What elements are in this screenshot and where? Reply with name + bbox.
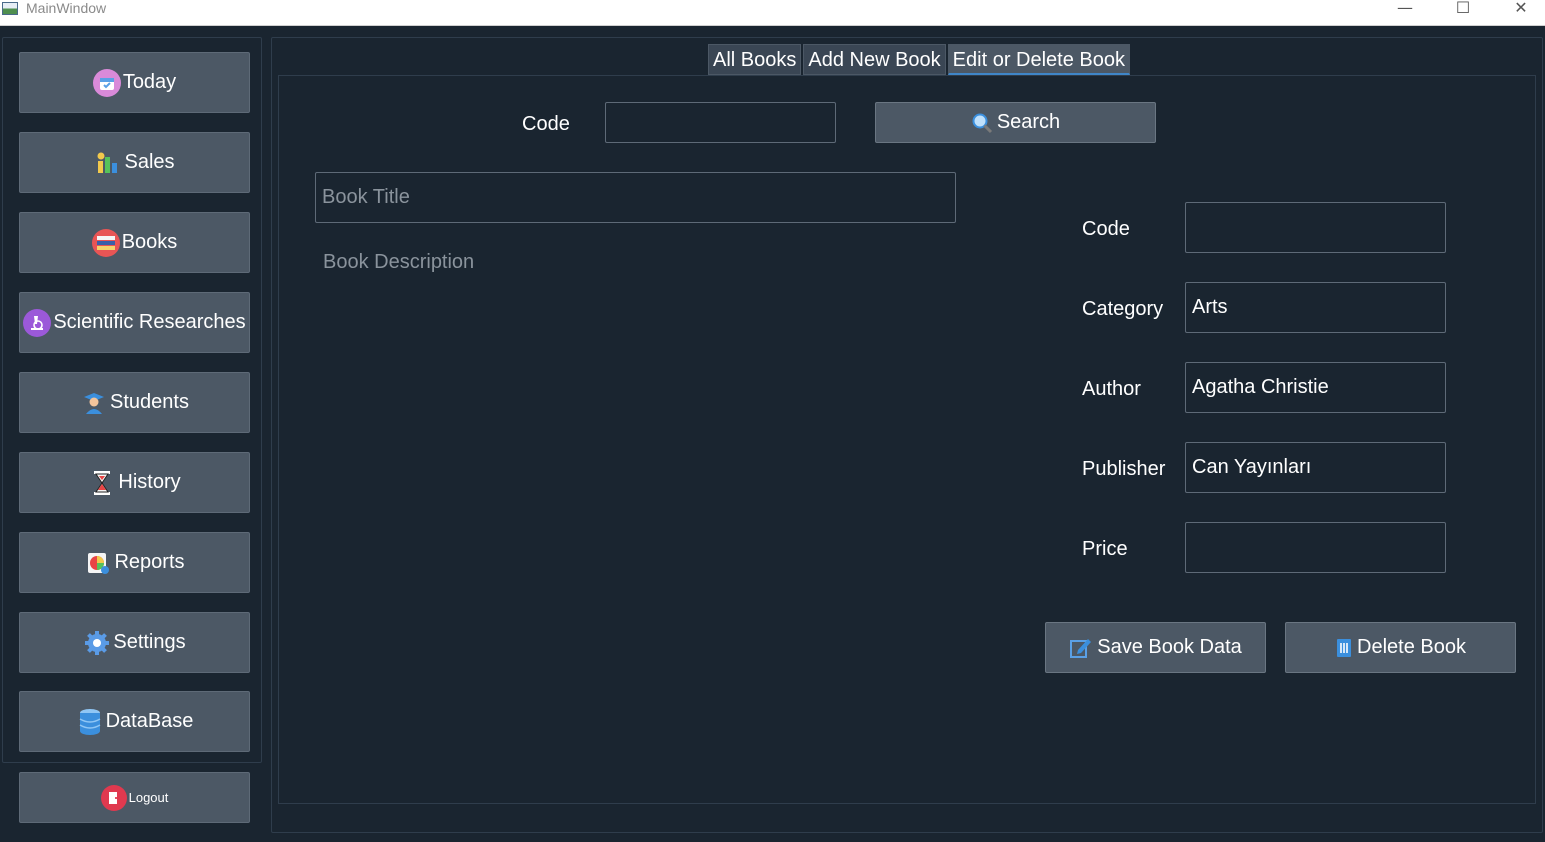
save-book-button[interactable]: Save Book Data [1045,622,1266,673]
search-code-label: Code [522,113,570,135]
sidebar-item-label: Students [110,391,189,413]
microscope-icon [23,308,52,337]
price-label: Price [1082,538,1128,560]
sidebar-item-label: DataBase [105,710,194,732]
sidebar-item-label: Today [122,71,177,93]
sidebar-item-today[interactable]: Today [19,52,250,113]
publisher-label: Publisher [1082,458,1166,480]
database-icon [76,708,104,736]
book-title-input[interactable] [315,172,956,223]
search-code-input[interactable] [605,102,836,143]
sidebar-item-reports[interactable]: Reports [19,532,250,593]
edit-icon [1069,636,1093,660]
gear-icon [83,629,111,657]
author-input[interactable] [1185,362,1446,413]
close-button[interactable]: ✕ [1498,0,1544,20]
delete-book-label: Delete Book [1357,636,1466,658]
category-input[interactable] [1185,282,1446,333]
logout-icon [100,784,127,811]
maximize-button[interactable]: ☐ [1440,0,1486,20]
minimize-button[interactable]: — [1382,0,1428,20]
logout-label: Logout [128,790,169,805]
sidebar-item-settings[interactable]: Settings [19,612,250,673]
book-description-textarea[interactable] [315,243,956,783]
sidebar-item-scientific-researches[interactable]: Scientific Researches [19,292,250,353]
trash-icon [1335,638,1353,658]
pie-report-icon [84,549,112,577]
sidebar-item-label: Books [121,231,178,253]
category-label: Category [1082,298,1164,320]
author-label: Author [1082,378,1141,400]
hourglass-icon [88,469,116,497]
sidebar-item-books[interactable]: Books [19,212,250,273]
sidebar-item-label: Scientific Researches [53,311,246,333]
sidebar-item-students[interactable]: Students [19,372,250,433]
delete-book-button[interactable]: Delete Book [1285,622,1516,673]
sidebar-item-history[interactable]: History [19,452,250,513]
calendar-icon [92,68,121,97]
sidebar-item-label: History [118,471,181,493]
sidebar-item-label: Settings [113,631,186,653]
graduate-icon [80,389,108,417]
search-button-label: Search [996,111,1061,133]
logout-button[interactable]: Logout [19,772,250,823]
tab-all-books[interactable]: All Books [708,44,802,75]
tab-add-new-book[interactable]: Add New Book [803,44,946,75]
tab-bar: All Books Add New Book Edit or Delete Bo… [708,44,1132,75]
save-book-label: Save Book Data [1097,636,1242,658]
detail-code-label: Code [1082,218,1130,240]
sidebar-item-sales[interactable]: Sales [19,132,250,193]
bar-chart-icon [94,149,122,177]
sidebar-item-database[interactable]: DataBase [19,691,250,752]
sidebar-item-label: Reports [114,551,185,573]
app-window-icon [2,2,18,15]
books-icon [91,228,120,257]
search-button[interactable]: Search [875,102,1156,143]
magnifier-icon [971,112,993,134]
sidebar-item-label: Sales [124,151,175,173]
publisher-input[interactable] [1185,442,1446,493]
detail-code-input[interactable] [1185,202,1446,253]
window-title: MainWindow [26,0,107,16]
title-bar: MainWindow — ☐ ✕ [0,0,1545,26]
tab-edit-or-delete-book[interactable]: Edit or Delete Book [947,44,1130,75]
price-input[interactable] [1185,522,1446,573]
